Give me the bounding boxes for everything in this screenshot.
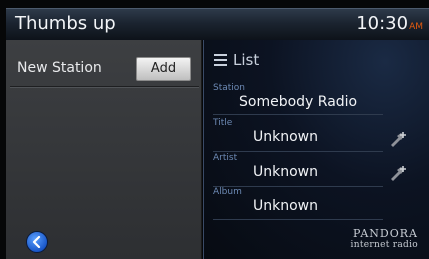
screen: Thumbs up 10:30AM New Station Add List S… [0, 0, 429, 259]
pandora-logo: PANDORA internet radio [351, 227, 418, 250]
album-field: Album Unknown [213, 187, 398, 220]
divider [213, 151, 383, 152]
chevron-left-icon [32, 236, 41, 248]
album-label: Album [213, 187, 242, 197]
left-panel: New Station Add [6, 40, 202, 259]
pandora-tagline: internet radio [350, 240, 418, 250]
station-field: Station Somebody Radio [213, 83, 398, 115]
artist-field: Artist Unknown [213, 153, 398, 187]
new-station-label: New Station [17, 60, 102, 76]
clock-time: 10:30 [356, 13, 409, 34]
title-label: Title [213, 118, 233, 128]
title-value: Unknown [253, 129, 318, 145]
list-button[interactable]: List [214, 51, 259, 69]
artist-label: Artist [213, 153, 238, 163]
pandora-brand: PANDORA [352, 227, 418, 240]
title-field: Title Unknown [213, 118, 398, 152]
list-icon [214, 54, 227, 66]
album-value: Unknown [253, 198, 318, 214]
list-label: List [233, 51, 260, 69]
station-value: Somebody Radio [239, 94, 358, 110]
clock-ampm: AM [409, 22, 423, 32]
divider [10, 86, 199, 88]
add-artist-bookmark-icon[interactable] [390, 165, 408, 181]
page-title: Thumbs up [15, 13, 116, 34]
station-label: Station [213, 83, 245, 93]
clock: 10:30AM [356, 13, 423, 34]
add-title-bookmark-icon[interactable] [390, 131, 408, 147]
title-bar: Thumbs up 10:30AM [6, 8, 429, 40]
artist-value: Unknown [253, 164, 318, 180]
divider [213, 219, 383, 220]
right-panel: List Station Somebody Radio Title Unknow… [203, 40, 429, 259]
back-button[interactable] [26, 231, 48, 253]
add-button[interactable]: Add [136, 57, 191, 81]
new-station-row: New Station Add [6, 53, 201, 83]
divider [213, 114, 383, 115]
